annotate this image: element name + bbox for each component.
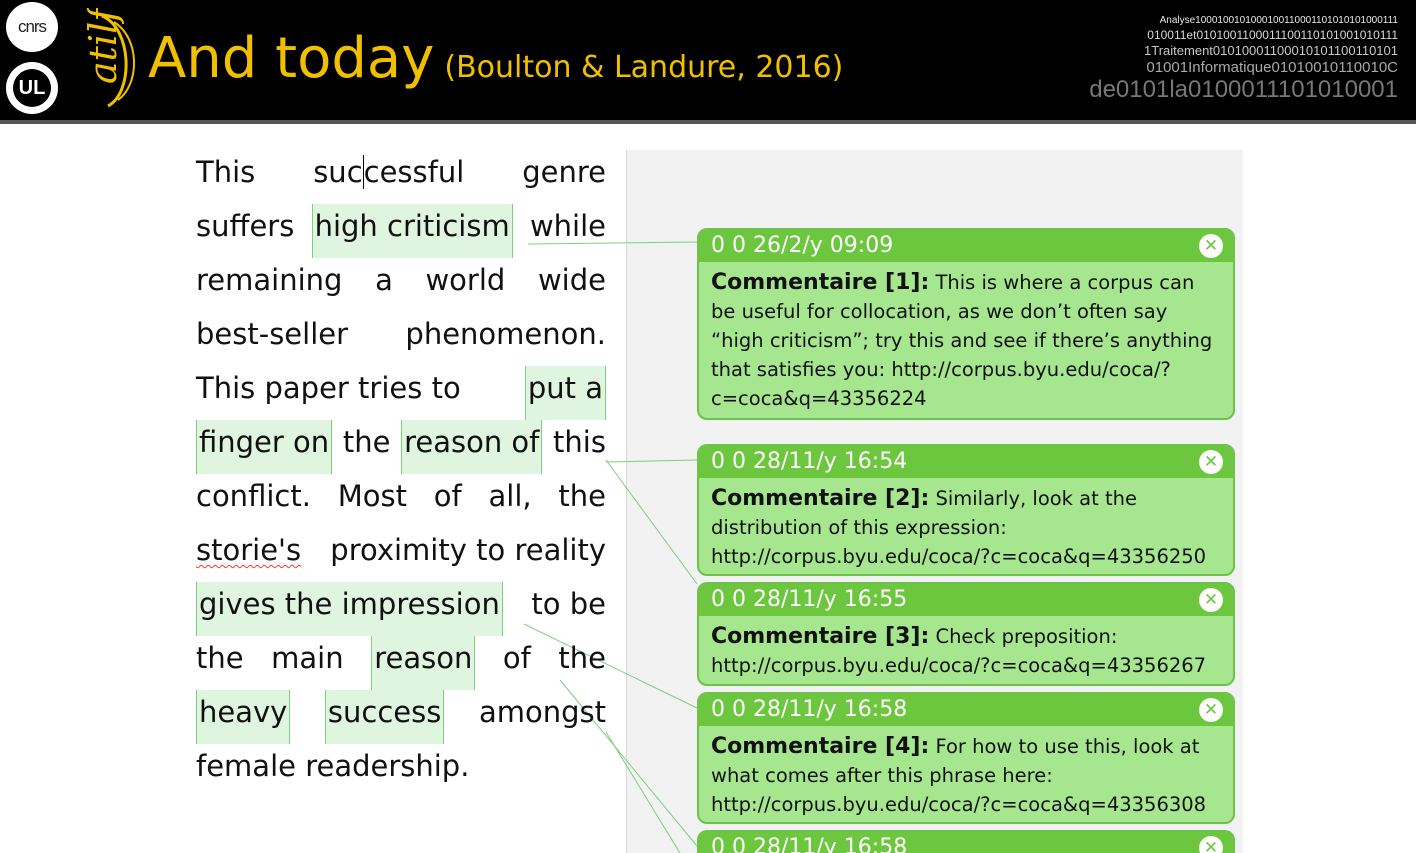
comment-header: 0 0 28/11/y 16:54 ✕ bbox=[699, 446, 1233, 478]
comment-header: 0 0 26/2/y 09:09 ✕ bbox=[699, 230, 1233, 262]
comment-body[interactable]: Commentaire [2]: Similarly, look at the … bbox=[699, 478, 1233, 574]
title-citation: (Boulton & Landure, 2016) bbox=[444, 50, 844, 85]
text-line: gives the impression to be bbox=[196, 582, 606, 636]
text-line: suffers high criticism while bbox=[196, 204, 606, 258]
comment-bubble-3[interactable]: 0 0 28/11/y 16:55 ✕ Commentaire [3]: Che… bbox=[697, 582, 1235, 686]
document-text[interactable]: This successful genre suffers high criti… bbox=[196, 150, 606, 798]
slide-title: And today (Boulton & Landure, 2016) bbox=[148, 26, 843, 91]
comment-anchor-5b[interactable]: heavy bbox=[196, 690, 291, 744]
svg-text:atilf: atilf bbox=[81, 8, 125, 84]
binary-line: 1Traitement01010001100010101100110101 bbox=[1144, 43, 1398, 58]
text-line: finger on the reason of this bbox=[196, 420, 606, 474]
comment-bubble-2[interactable]: 0 0 28/11/y 16:54 ✕ Commentaire [2]: Sim… bbox=[697, 444, 1235, 576]
binary-line: 010011et0101001100011100110101001010111 bbox=[1147, 28, 1398, 42]
close-circle-icon[interactable]: ✕ bbox=[1199, 588, 1223, 612]
comment-anchor-2a[interactable]: put a bbox=[524, 366, 606, 420]
universite-lorraine-logo: UL bbox=[6, 62, 58, 114]
spelling-error-word[interactable]: storie's bbox=[196, 528, 301, 582]
binary-line: Analyse100010010100010011000110101010100… bbox=[1159, 15, 1398, 26]
comment-anchor-1[interactable]: high criticism bbox=[311, 204, 513, 258]
close-circle-icon[interactable]: ✕ bbox=[1199, 450, 1223, 474]
comment-bubble-1[interactable]: 0 0 26/2/y 09:09 ✕ Commentaire [1]: This… bbox=[697, 228, 1235, 420]
cursor-word: successful bbox=[313, 155, 465, 189]
atilf-logo: atilf bbox=[81, 8, 135, 108]
text-line: remaining a world wide bbox=[196, 263, 606, 297]
comment-header: 0 0 28/11/y 16:58 ✕ bbox=[699, 694, 1233, 726]
slide-header: cnrs UL atilf And today (Boulton & Landur… bbox=[0, 0, 1416, 124]
close-circle-icon[interactable]: ✕ bbox=[1199, 836, 1223, 853]
binary-decoration: Analyse100010010100010011000110101010100… bbox=[1089, 16, 1398, 102]
text-line: female readership. bbox=[196, 749, 470, 783]
comment-bubble-5[interactable]: 0 0 28/11/y 16:58 ✕ bbox=[697, 830, 1235, 853]
text-line: storie's proximity to reality bbox=[196, 528, 606, 582]
cnrs-logo: cnrs bbox=[6, 2, 58, 52]
comment-anchor-4[interactable]: gives the impression bbox=[196, 582, 503, 636]
comment-anchor-5c[interactable]: success bbox=[324, 690, 445, 744]
comment-body[interactable]: Commentaire [1]: This is where a corpus … bbox=[699, 262, 1233, 417]
comment-body[interactable]: Commentaire [4]: For how to use this, lo… bbox=[699, 726, 1233, 822]
text-line: This successful genre bbox=[196, 150, 606, 204]
text-line: conflict. Most of all, the bbox=[196, 479, 606, 513]
comment-anchor-3[interactable]: reason of bbox=[401, 420, 543, 474]
close-circle-icon[interactable]: ✕ bbox=[1199, 234, 1223, 258]
binary-line: de0101la0100011101010001 bbox=[1089, 76, 1398, 103]
text-line: best-seller phenomenon. bbox=[196, 317, 606, 351]
comment-anchor-5a[interactable]: reason bbox=[371, 636, 476, 690]
text-line: This paper tries to put a bbox=[196, 366, 606, 420]
close-circle-icon[interactable]: ✕ bbox=[1199, 698, 1223, 722]
comment-header: 0 0 28/11/y 16:58 ✕ bbox=[699, 832, 1233, 853]
comment-body[interactable]: Commentaire [3]: Check preposition: http… bbox=[699, 616, 1233, 684]
title-main: And today bbox=[148, 26, 435, 91]
comment-bubble-4[interactable]: 0 0 28/11/y 16:58 ✕ Commentaire [4]: For… bbox=[697, 692, 1235, 824]
text-cursor bbox=[362, 155, 364, 189]
comment-anchor-2b[interactable]: finger on bbox=[196, 420, 333, 474]
text-line: heavy success amongst bbox=[196, 690, 606, 744]
comment-header: 0 0 28/11/y 16:55 ✕ bbox=[699, 584, 1233, 616]
text-line: the main reason of the bbox=[196, 636, 606, 690]
binary-line: 01001Informatique01010010110010C bbox=[1146, 59, 1398, 76]
